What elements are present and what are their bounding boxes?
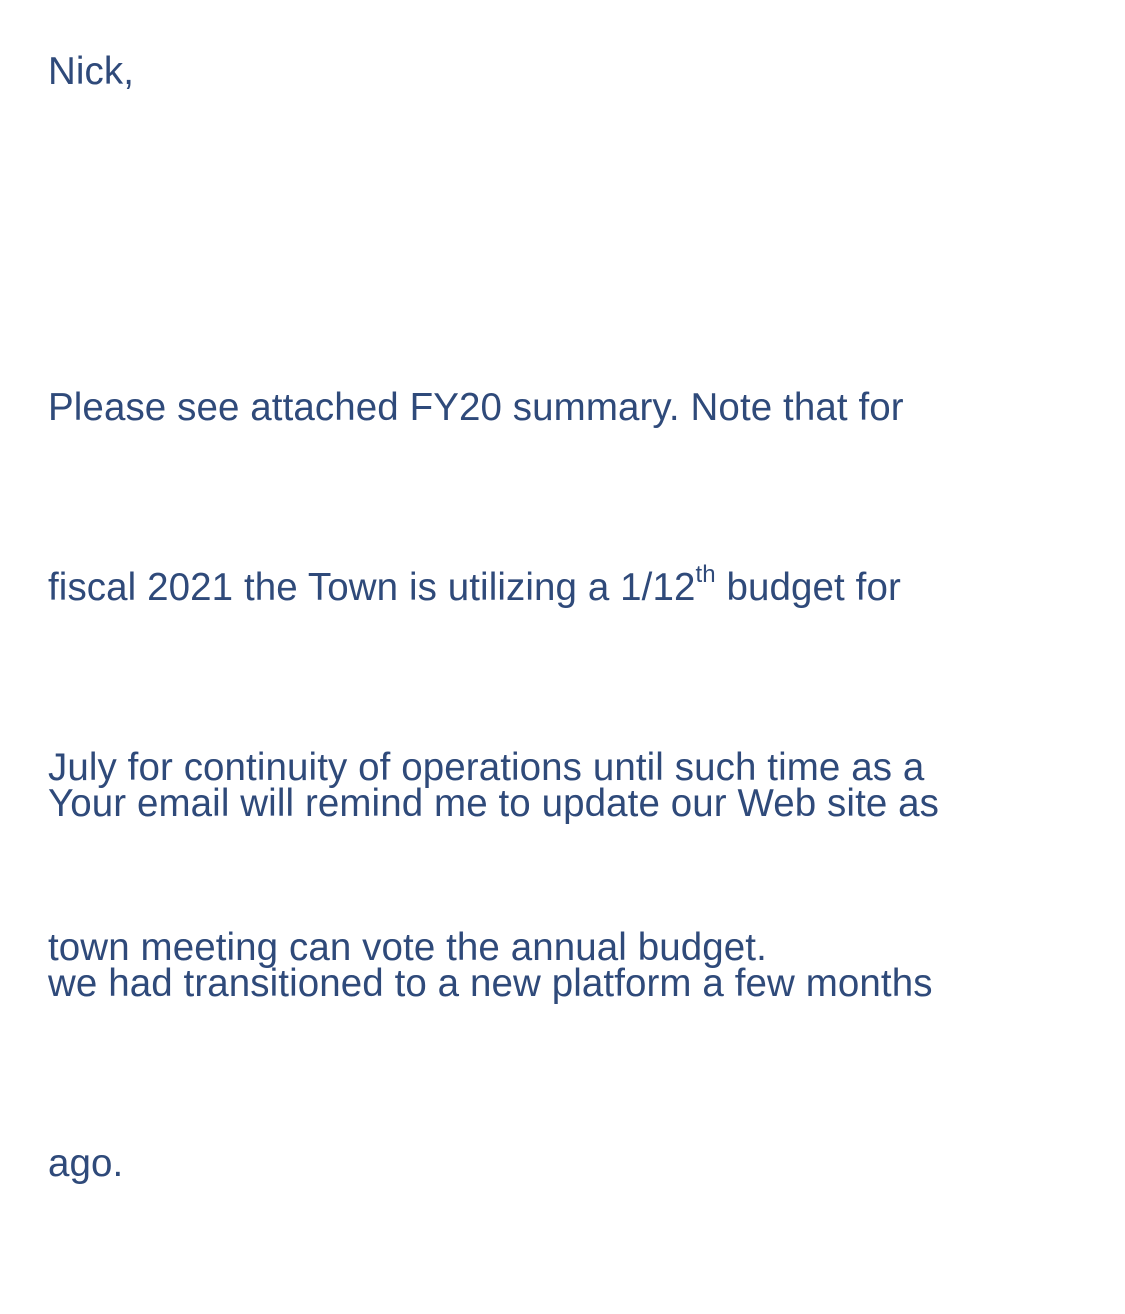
paragraph-line: ago. bbox=[48, 1142, 124, 1185]
line-text: budget for bbox=[715, 566, 901, 609]
paragraph-line: Please see attached FY20 summary. Note t… bbox=[48, 386, 904, 429]
line-text: fiscal 2021 the Town is utilizing a 1/12 bbox=[48, 566, 696, 609]
paragraph-line: Your email will remind me to update our … bbox=[48, 782, 940, 825]
ordinal-superscript: th bbox=[695, 561, 716, 589]
paragraph-line: we had transitioned to a new platform a … bbox=[48, 962, 933, 1005]
paragraph-line: fiscal 2021 the Town is utilizing a 1/12… bbox=[48, 558, 1088, 618]
greeting: Nick, bbox=[48, 50, 135, 93]
paragraph-website: Your email will remind me to update our … bbox=[48, 654, 1088, 1314]
